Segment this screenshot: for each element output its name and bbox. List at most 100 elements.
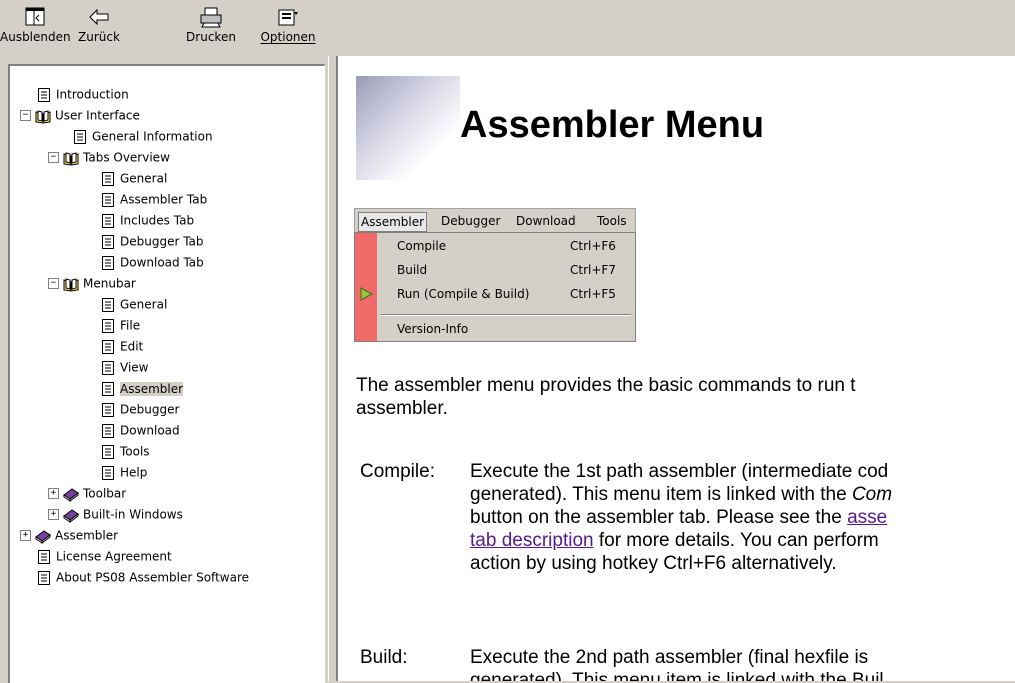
compile-desc-text: for more details. You can perform xyxy=(593,530,879,551)
page-icon xyxy=(38,549,50,564)
menu-item-build: Build xyxy=(397,263,428,277)
menu-bar: Assembler Debugger Download Tools xyxy=(354,208,636,234)
menu-item-compile: Compile xyxy=(397,239,447,253)
compile-desc-line-5: action by using hotkey Ctrl+F6 alternati… xyxy=(470,553,837,574)
menu-tools: Tools xyxy=(597,214,627,228)
page-icon xyxy=(102,381,114,396)
compile-desc-line-3: button on the assembler tab. Please see … xyxy=(470,506,887,529)
tree-item-includes-tab[interactable]: Includes Tab xyxy=(100,210,194,230)
closed-book-icon xyxy=(35,529,51,544)
assembler-menu-screenshot: Assembler Debugger Download Tools Compil… xyxy=(354,208,636,342)
open-book-icon xyxy=(35,109,51,124)
tree-item-debugger-tab[interactable]: Debugger Tab xyxy=(100,231,204,251)
assembler-tab-link[interactable]: asse xyxy=(847,507,887,528)
hide-button[interactable]: Ausblenden xyxy=(0,2,71,52)
tree-item-debugger[interactable]: Debugger xyxy=(100,399,179,419)
hide-icon xyxy=(25,7,45,26)
options-label: Optionen xyxy=(260,30,316,44)
page-icon xyxy=(102,339,114,354)
page-icon xyxy=(74,129,86,144)
menu-debugger: Debugger xyxy=(441,214,501,228)
page-icon xyxy=(102,444,114,459)
page-icon xyxy=(102,465,114,480)
tree-item-assembler[interactable]: Assembler xyxy=(100,378,184,398)
tree-item-about[interactable]: About PS08 Assembler Software xyxy=(36,567,249,587)
tree-item-assembler-book[interactable]: + Assembler xyxy=(20,525,118,545)
tree-item-introduction[interactable]: Introduction xyxy=(36,84,129,104)
tree-item-license[interactable]: License Agreement xyxy=(36,546,172,566)
tree-item-menubar[interactable]: − Menubar xyxy=(48,273,136,293)
build-term: Build: xyxy=(360,647,408,668)
open-book-icon xyxy=(63,151,79,166)
print-button[interactable]: Drucken xyxy=(176,2,246,52)
tree-item-assembler-tab[interactable]: Assembler Tab xyxy=(100,189,207,209)
menu-item-version-info: Version-Info xyxy=(397,322,469,336)
tree-item-help[interactable]: Help xyxy=(100,462,147,482)
hide-label: Ausblenden xyxy=(0,30,71,44)
collapse-icon[interactable]: − xyxy=(48,152,59,163)
page-icon xyxy=(102,318,114,333)
options-button[interactable]: Optionen xyxy=(252,2,324,52)
collapse-icon[interactable]: − xyxy=(48,278,59,289)
contents-tree[interactable]: Introduction − User Interface General Inf… xyxy=(8,64,325,683)
compile-desc-line-2: generated). This menu item is linked wit… xyxy=(470,483,892,506)
page-icon xyxy=(102,423,114,438)
build-desc-line-2: generated). This menu item is linked wit… xyxy=(470,670,884,681)
tree-item-download[interactable]: Download xyxy=(100,420,180,440)
back-label: Zurück xyxy=(78,30,120,44)
menu-key-run: Ctrl+F5 xyxy=(570,287,616,301)
contents-panel: Introduction − User Interface General Inf… xyxy=(4,60,328,683)
tree-item-edit[interactable]: Edit xyxy=(100,336,143,356)
compile-button-ref: Com xyxy=(851,484,893,505)
compile-desc-line-4: tab description for more details. You ca… xyxy=(470,529,879,552)
page-icon xyxy=(38,570,50,585)
tree-item-tabs-overview[interactable]: − Tabs Overview xyxy=(48,147,170,167)
help-content: Assembler Menu Assembler Debugger Downlo… xyxy=(336,56,1015,681)
tab-description-link[interactable]: tab description xyxy=(470,530,594,551)
intro-line-2: assembler. xyxy=(356,398,448,419)
back-arrow-icon xyxy=(89,8,109,26)
options-icon xyxy=(278,9,298,26)
menu-key-compile: Ctrl+F6 xyxy=(570,239,616,253)
expand-icon[interactable]: + xyxy=(48,509,59,520)
tree-item-builtin-windows[interactable]: + Built-in Windows xyxy=(48,504,183,524)
tree-item-download-tab[interactable]: Download Tab xyxy=(100,252,204,272)
page-icon xyxy=(102,297,114,312)
menu-dropdown: Compile Ctrl+F6 Build Ctrl+F7 Run (Compi… xyxy=(354,232,636,342)
title-gradient-logo xyxy=(356,76,460,180)
compile-term: Compile: xyxy=(360,461,435,482)
page-icon xyxy=(38,87,50,102)
page-icon xyxy=(102,255,114,270)
closed-book-icon xyxy=(63,487,79,502)
tree-item-general-information[interactable]: General Information xyxy=(72,126,213,146)
intro-line-1: The assembler menu provides the basic co… xyxy=(356,375,856,396)
tree-item-file[interactable]: File xyxy=(100,315,140,335)
tree-item-tools[interactable]: Tools xyxy=(100,441,150,461)
page-icon xyxy=(102,192,114,207)
tree-item-view[interactable]: View xyxy=(100,357,148,377)
tree-item-user-interface[interactable]: − User Interface xyxy=(20,105,140,125)
tree-item-tabs-general[interactable]: General xyxy=(100,168,167,188)
page-icon xyxy=(102,402,114,417)
expand-icon[interactable]: + xyxy=(20,530,31,541)
collapse-icon[interactable]: − xyxy=(20,110,31,121)
print-label: Drucken xyxy=(186,30,236,44)
closed-book-icon xyxy=(63,508,79,523)
expand-icon[interactable]: + xyxy=(48,488,59,499)
page-icon xyxy=(102,360,114,375)
tree-item-toolbar[interactable]: + Toolbar xyxy=(48,483,126,503)
compile-desc-text: generated). This menu item is linked wit… xyxy=(470,484,852,505)
open-book-icon xyxy=(63,277,79,292)
page-icon xyxy=(102,234,114,249)
back-button[interactable]: Zurück xyxy=(72,2,126,52)
tree-item-menubar-general[interactable]: General xyxy=(100,294,167,314)
page-title: Assembler Menu xyxy=(460,104,765,146)
menu-assembler: Assembler xyxy=(358,212,428,232)
page-icon xyxy=(102,171,114,186)
menu-separator xyxy=(381,314,631,316)
compile-desc-line-1: Execute the 1st path assembler (intermed… xyxy=(470,461,889,482)
toolbar: Ausblenden Zurück Drucken Optionen xyxy=(0,0,1015,56)
play-icon xyxy=(360,287,373,301)
page-icon xyxy=(102,213,114,228)
printer-icon xyxy=(200,7,222,28)
